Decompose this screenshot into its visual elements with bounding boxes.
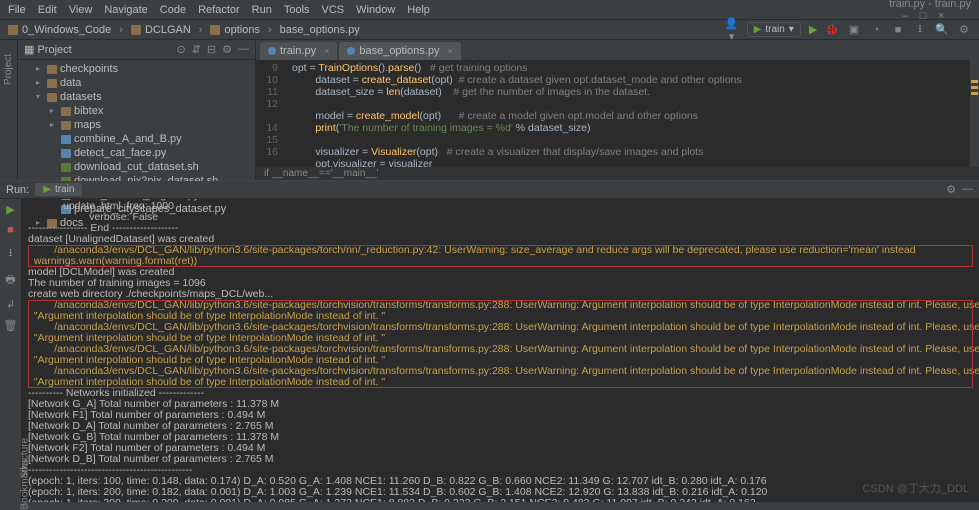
menu-tools[interactable]: Tools	[284, 4, 310, 16]
title-file2: train.py	[935, 0, 971, 10]
print-icon[interactable]: 🖶	[5, 271, 15, 290]
menu-window[interactable]: Window	[356, 4, 395, 16]
vcs-update-icon[interactable]: ⭳	[913, 20, 927, 39]
stop-button[interactable]: ■	[7, 224, 14, 236]
menu-run[interactable]: Run	[252, 4, 272, 16]
rerun-button[interactable]: ▶	[6, 203, 14, 216]
settings-icon[interactable]: ⚙	[957, 23, 971, 36]
project-title: Project	[37, 44, 71, 56]
tab-train[interactable]: train.py ×	[260, 42, 337, 60]
tree-detect[interactable]: detect_cat_face.py	[74, 146, 166, 160]
select-opened-icon[interactable]: ⊙	[176, 43, 185, 56]
close-tab-icon[interactable]: ×	[324, 46, 329, 56]
tree-dlcut[interactable]: download_cut_dataset.sh	[74, 160, 199, 174]
main-menu: File Edit View Navigate Code Refactor Ru…	[8, 4, 430, 16]
stop-button[interactable]: ■	[891, 24, 905, 36]
navigation-bar: 0_Windows_Code DCLGAN options base_optio…	[0, 20, 979, 40]
bookmarks-tool-button[interactable]: Bookmarks	[20, 459, 31, 509]
run-icon: ▶	[43, 184, 51, 195]
code-breadcrumb[interactable]: if __name__=='__main__'	[256, 167, 979, 180]
python-icon	[268, 47, 276, 55]
run-config-label: train	[765, 24, 784, 35]
run-button[interactable]: ▶	[809, 23, 817, 36]
crumb-3[interactable]: base_options.py	[280, 24, 360, 36]
run-config-selector[interactable]: ▶ train ▾	[747, 22, 801, 37]
run-title: Run:	[6, 184, 29, 196]
menu-view[interactable]: View	[69, 4, 93, 16]
tree-data[interactable]: data	[60, 76, 81, 90]
debug-button[interactable]: 🐞	[825, 23, 839, 36]
left-tool-strip: Project	[0, 40, 18, 180]
editor-area: train.py × base_options.py × 9101112141516…	[256, 40, 979, 180]
scroll-to-end-icon[interactable]: ⭳	[9, 244, 13, 263]
run-tab[interactable]: ▶ train	[35, 183, 82, 196]
profile-button[interactable]: ◔	[869, 24, 883, 36]
crumb-0[interactable]: 0_Windows_Code	[22, 24, 111, 36]
run-tab-label: train	[55, 184, 74, 195]
soft-wrap-icon[interactable]: ↲	[6, 298, 15, 311]
menu-file[interactable]: File	[8, 4, 26, 16]
project-tool-button[interactable]: Project	[3, 54, 14, 85]
menu-refactor[interactable]: Refactor	[198, 4, 240, 16]
folder-icon	[8, 25, 18, 35]
tree-maps[interactable]: maps	[74, 118, 101, 132]
code-editor[interactable]: opt = TrainOptions().parse() # get train…	[284, 60, 969, 167]
menu-vcs[interactable]: VCS	[322, 4, 345, 16]
tree-checkpoints[interactable]: checkpoints	[60, 62, 118, 76]
close-tab-icon[interactable]: ×	[447, 46, 452, 56]
tab-label: base_options.py	[359, 45, 439, 57]
hide-icon[interactable]: —	[962, 183, 973, 196]
coverage-button[interactable]: ▣	[847, 23, 861, 36]
search-icon[interactable]: 🔍	[935, 23, 949, 36]
user-icon[interactable]: 👤▾	[725, 17, 739, 43]
project-tool-window: ▦ Project ⊙ ⇵ ⊟ ⚙ — ▸checkpoints ▸data ▾…	[18, 40, 256, 180]
tab-baseoptions[interactable]: base_options.py ×	[339, 42, 460, 60]
gear-icon[interactable]: ⚙	[222, 43, 232, 56]
menu-edit[interactable]: Edit	[38, 4, 57, 16]
console-output[interactable]: update_html_freq: 1000 verbose: False --…	[22, 199, 979, 502]
expand-all-icon[interactable]: ⇵	[192, 43, 201, 56]
title-file: train.py	[889, 0, 925, 10]
menu-help[interactable]: Help	[407, 4, 430, 16]
folder-icon: ▦	[24, 43, 34, 56]
crumb-2[interactable]: options	[224, 24, 259, 36]
editor-tabs: train.py × base_options.py ×	[256, 40, 979, 60]
folder-icon	[210, 25, 220, 35]
hide-icon[interactable]: —	[238, 43, 249, 56]
run-icon: ▶	[754, 24, 762, 35]
clear-icon[interactable]: 🗑	[4, 319, 18, 332]
python-icon	[347, 47, 355, 55]
collapse-all-icon[interactable]: ⊟	[207, 43, 216, 56]
editor-marker-bar[interactable]	[969, 60, 979, 167]
menu-code[interactable]: Code	[160, 4, 186, 16]
tree-bibtex[interactable]: bibtex	[74, 104, 103, 118]
folder-icon	[131, 25, 141, 35]
watermark: CSDN @丁大力_DDL	[862, 480, 969, 496]
tree-combine[interactable]: combine_A_and_B.py	[74, 132, 182, 146]
tab-label: train.py	[280, 45, 316, 57]
menu-navigate[interactable]: Navigate	[104, 4, 147, 16]
line-gutter[interactable]: 91011121415161819	[256, 60, 284, 167]
gear-icon[interactable]: ⚙	[946, 183, 956, 196]
crumb-1[interactable]: DCLGAN	[145, 24, 191, 36]
tree-datasets[interactable]: datasets	[60, 90, 102, 104]
chevron-down-icon: ▾	[789, 24, 794, 35]
run-tool-window: Run: ▶ train ⚙ — ▶ ■ ⭳ 🖶 ↲ 🗑 update_html_…	[0, 180, 979, 502]
